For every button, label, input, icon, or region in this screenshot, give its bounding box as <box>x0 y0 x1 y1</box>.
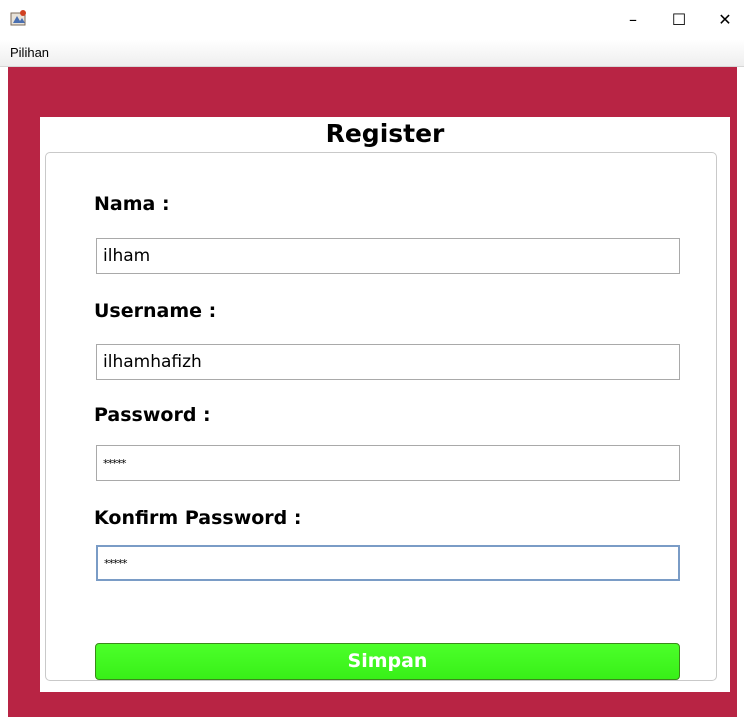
form-fieldset: Nama : Username : Password : Konfirm Pas… <box>45 152 717 681</box>
title-bar[interactable]: – ☐ ✕ <box>0 0 744 38</box>
register-panel: Register Nama : Username : Password : Ko… <box>40 117 730 692</box>
content-area: Register Nama : Username : Password : Ko… <box>8 67 737 717</box>
simpan-button[interactable]: Simpan <box>95 643 680 680</box>
konfirm-password-input[interactable] <box>96 545 680 581</box>
java-app-icon <box>10 9 28 27</box>
konfirm-password-label: Konfirm Password : <box>94 507 302 529</box>
app-window: – ☐ ✕ Pilihan Register Nama : Username :… <box>0 0 744 717</box>
password-input[interactable] <box>96 445 680 481</box>
nama-input[interactable] <box>96 238 680 274</box>
username-input[interactable] <box>96 344 680 380</box>
nama-label: Nama : <box>94 193 170 215</box>
close-button[interactable]: ✕ <box>702 0 744 38</box>
menu-bar: Pilihan <box>0 40 744 67</box>
maximize-button[interactable]: ☐ <box>656 0 702 38</box>
username-label: Username : <box>94 300 217 322</box>
page-title: Register <box>325 119 445 148</box>
password-label: Password : <box>94 404 211 426</box>
minimize-button[interactable]: – <box>610 0 656 38</box>
menu-item-pilihan[interactable]: Pilihan <box>10 45 49 60</box>
